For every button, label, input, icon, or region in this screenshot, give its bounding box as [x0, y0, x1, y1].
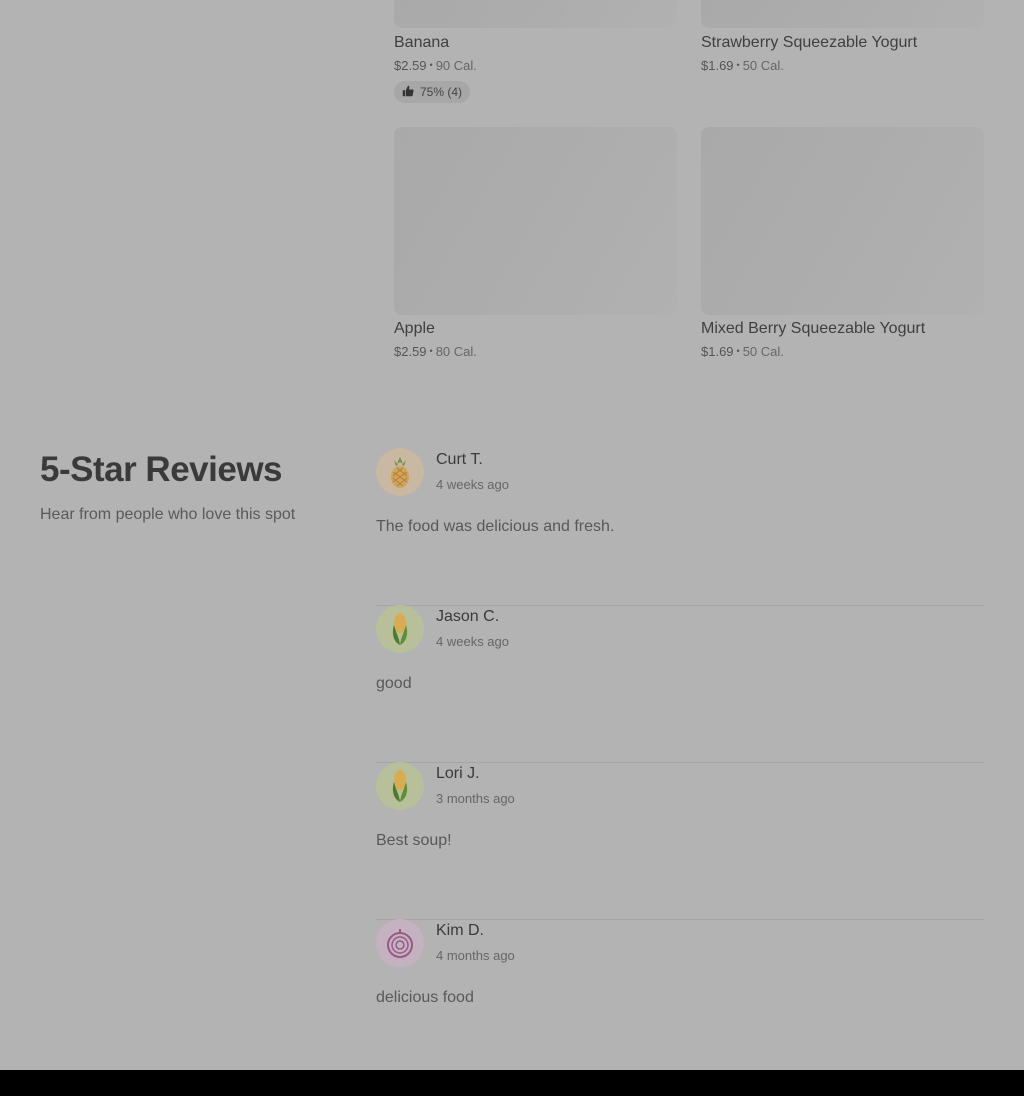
- menu-item-image[interactable]: [394, 127, 677, 315]
- menu-item-card[interactable]: Banana $2.59 • 90 Cal. 75% (4): [394, 0, 677, 103]
- review-time: 4 months ago: [436, 948, 515, 963]
- menu-item-calories: 50 Cal.: [742, 58, 784, 73]
- separator-dot: •: [736, 60, 740, 70]
- menu-item-price: $1.69: [701, 58, 734, 73]
- separator-dot: •: [429, 346, 433, 356]
- rating-text: 75% (4): [420, 85, 463, 99]
- reviews-subtitle: Hear from people who love this spot: [40, 506, 296, 523]
- menu-item-image[interactable]: [701, 127, 984, 315]
- review-author: Kim D.: [436, 922, 484, 939]
- separator-dot: •: [429, 60, 433, 70]
- pineapple-icon: [376, 448, 424, 496]
- reviews-heading: 5-Star Reviews: [40, 450, 283, 489]
- review-text: Best soup!: [376, 832, 452, 849]
- menu-item-meta: $2.59 • 80 Cal.: [394, 344, 677, 359]
- corn-icon: [376, 605, 424, 653]
- review-time: 4 weeks ago: [436, 477, 509, 492]
- corn-icon: [376, 762, 424, 810]
- menu-item-card[interactable]: Strawberry Squeezable Yogurt $1.69 • 50 Ca…: [701, 0, 984, 73]
- review-author: Jason C.: [436, 608, 500, 625]
- menu-item-price: $1.69: [701, 344, 734, 359]
- menu-item-price: $2.59: [394, 58, 427, 73]
- menu-item-meta: $2.59 • 90 Cal.: [394, 58, 677, 73]
- review-time: 3 months ago: [436, 791, 515, 806]
- menu-item-calories: 90 Cal.: [435, 58, 477, 73]
- menu-item-name: Banana: [394, 34, 450, 51]
- review-text: The food was delicious and fresh.: [376, 518, 615, 535]
- menu-item-calories: 80 Cal.: [435, 344, 477, 359]
- menu-item-image[interactable]: [701, 0, 984, 28]
- review-author: Curt T.: [436, 451, 483, 468]
- review-time: 4 weeks ago: [436, 634, 509, 649]
- bottom-bar: [0, 1070, 1024, 1096]
- rating-badge: 75% (4): [394, 81, 471, 103]
- menu-item-price: $2.59: [394, 344, 427, 359]
- menu-item-name: Strawberry Squeezable Yogurt: [701, 34, 918, 51]
- menu-item-card[interactable]: Apple $2.59 • 80 Cal.: [394, 127, 677, 359]
- review-text: good: [376, 675, 412, 692]
- onion-icon: [376, 919, 424, 967]
- review-item: Curt T. 4 weeks ago The food was delicio…: [376, 448, 984, 606]
- review-item: Lori J. 3 months ago Best soup!: [376, 762, 984, 920]
- review-text: delicious food: [376, 989, 474, 1006]
- review-item: Kim D. 4 months ago delicious food: [376, 919, 984, 1077]
- review-item: Jason C. 4 weeks ago good: [376, 605, 984, 763]
- menu-item-calories: 50 Cal.: [742, 344, 784, 359]
- thumbs-up-icon: [402, 85, 414, 100]
- menu-item-name: Apple: [394, 320, 435, 337]
- menu-item-image[interactable]: [394, 0, 677, 28]
- separator-dot: •: [736, 346, 740, 356]
- menu-item-meta: $1.69 • 50 Cal.: [701, 344, 984, 359]
- menu-item-meta: $1.69 • 50 Cal.: [701, 58, 984, 73]
- review-author: Lori J.: [436, 765, 480, 782]
- menu-item-card[interactable]: Mixed Berry Squeezable Yogurt $1.69 • 50 C…: [701, 127, 984, 359]
- menu-item-name: Mixed Berry Squeezable Yogurt: [701, 320, 926, 337]
